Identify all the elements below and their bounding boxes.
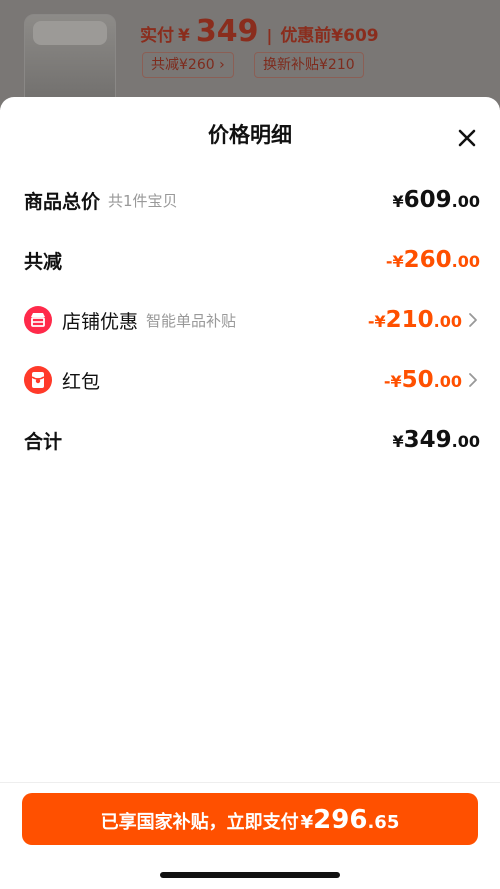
currency: ¥ [392,432,404,451]
row-red-packet[interactable]: 红包 -¥ 50 .00 [24,360,480,400]
pay-amount-int: 296 [313,805,368,835]
pay-amount-dec: .65 [367,812,400,833]
amount-dec: .00 [451,252,480,271]
currency: -¥ [383,372,402,391]
home-indicator[interactable] [160,872,340,878]
price-detail-sheet: 价格明细 商品总价 共1件宝贝 ¥ 609 .00 共减 -¥ 260 .00 [0,97,500,889]
chevron-right-icon [468,372,480,388]
original-price: 优惠前¥609 [280,26,379,46]
total-price-label: 商品总价 [24,190,101,213]
total-price-amount: ¥ 609 .00 [393,187,481,213]
amount-int: 349 [403,427,452,453]
total-discount-label: 共减 [24,250,63,273]
price-separator: | [266,26,273,45]
product-lid [33,21,107,45]
discount-chip: 共减¥260 › [142,52,234,78]
currency: -¥ [385,252,404,271]
sum-amount: ¥ 349 .00 [393,427,481,453]
total-discount-amount: -¥ 260 .00 [386,247,480,273]
paid-label: 实付 [140,26,174,46]
store-icon [24,306,52,334]
pay-currency: ¥ [300,812,314,833]
store-discount-sub: 智能单品补贴 [146,311,237,330]
amount-int: 50 [401,367,434,393]
product-image [24,14,116,110]
red-packet-icon [24,366,52,394]
close-icon [458,129,476,147]
amount-dec: .00 [451,192,480,211]
paid-currency: ¥ [178,26,190,46]
currency: -¥ [367,312,386,331]
divider [0,782,500,783]
red-packet-amount: -¥ 50 .00 [384,367,462,393]
sum-label: 合计 [24,430,63,453]
store-discount-amount: -¥ 210 .00 [368,307,462,333]
amount-int: 609 [403,187,452,213]
amount-int: 210 [385,307,434,333]
amount-int: 260 [403,247,452,273]
store-discount-label: 店铺优惠 [62,310,139,333]
row-sum: 合计 ¥ 349 .00 [24,420,480,460]
red-packet-label: 红包 [62,370,101,393]
pay-now-button[interactable]: 已享国家补贴，立即支付 ¥ 296 .65 [22,793,478,845]
currency: ¥ [392,192,404,211]
paid-price: 349 [195,14,259,49]
chevron-right-icon [468,312,480,328]
row-total-price: 商品总价 共1件宝贝 ¥ 609 .00 [24,180,480,220]
tradein-chip: 换新补贴¥210 [254,52,364,78]
amount-dec: .00 [433,312,462,331]
item-count: 共1件宝贝 [108,191,178,210]
close-button[interactable] [452,123,482,153]
row-store-discount[interactable]: 店铺优惠 智能单品补贴 -¥ 210 .00 [24,300,480,340]
pay-button-text: 已享国家补贴，立即支付 [100,812,299,833]
background-price-row: 实付 ¥ 349 | 优惠前¥609 [140,14,379,50]
row-total-discount: 共减 -¥ 260 .00 [24,240,480,280]
amount-dec: .00 [433,372,462,391]
amount-dec: .00 [451,432,480,451]
background-product-header: 实付 ¥ 349 | 优惠前¥609 共减¥260 › 换新补贴¥210 [0,0,500,110]
sheet-title: 价格明细 [208,123,292,147]
